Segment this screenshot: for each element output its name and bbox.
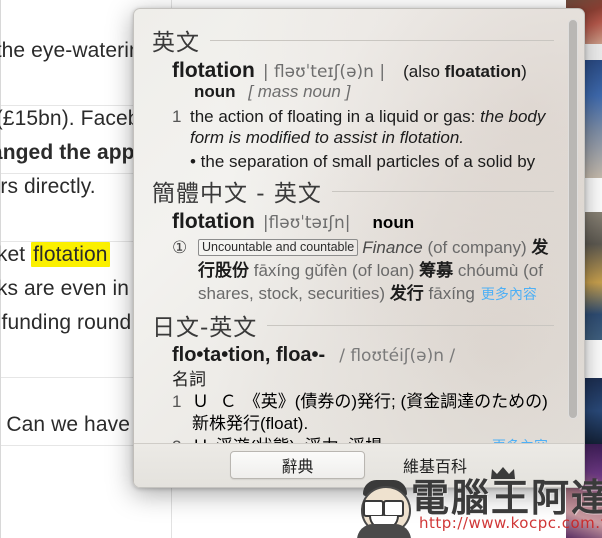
phonetic-transcription: |fləʊˈtəɪʃn| [262, 213, 351, 233]
part-of-speech: 名詞 [172, 370, 206, 389]
sense-body: the action of floating in a liquid or ga… [190, 106, 554, 148]
entry-japanese: flo•ta•tion, floa•- / floʊtéiʃ(ə)n / 名詞 1… [152, 344, 554, 444]
phonetic-transcription: / floʊtéiʃ(ə)n / [339, 346, 456, 366]
section-rule [210, 39, 554, 41]
highlighted-word[interactable]: flotation [31, 242, 110, 267]
vertical-scrollbar[interactable] [567, 19, 579, 429]
section-title: 英文 [152, 30, 200, 56]
section-header-chinese: 簡體中文 - 英文 [152, 174, 554, 208]
phonetic-transcription: | fləʊˈteɪʃ(ə)n | [262, 62, 386, 82]
popover-toolbar: 辭典 維基百科 [134, 443, 584, 487]
translation-term: 筹募 [419, 261, 454, 280]
headword-line: flotation | fləʊˈteɪʃ(ə)n | (also floata… [172, 59, 554, 83]
part-of-speech: noun [372, 213, 415, 232]
dictionary-button[interactable]: 辭典 [230, 451, 365, 479]
translation-term: 发行 [389, 284, 424, 303]
sense-number: ① [172, 238, 188, 257]
headword: flotation [172, 59, 255, 82]
countability-tag: Uncountable and countable [198, 239, 359, 256]
headword-line: flotation |fləʊˈtəɪʃn| noun [172, 210, 554, 234]
sense-item: ① Uncountable and countable Finance (of c… [172, 236, 554, 306]
section-header-japanese: 日文-英文 [152, 308, 554, 342]
article-gap [0, 510, 308, 538]
sense-definition: 《英》(債券の)発行; (資金調達のための)新株発行(float). [192, 392, 548, 433]
headword-line: flo•ta•tion, floa•- / floʊtéiʃ(ə)n / [172, 344, 554, 367]
sense-qualifier: (of loan) [352, 261, 415, 280]
dictionary-popover[interactable]: 英文 flotation | fləʊˈteɪʃ(ə)n | (also flo… [133, 8, 585, 488]
also-suffix: ) [521, 62, 527, 81]
sense-definition: the action of floating in a liquid or ga… [190, 107, 481, 126]
headword: flo•ta•tion, floa•- [172, 344, 326, 366]
sense-item: 1 the action of floating in a liquid or … [172, 106, 554, 148]
sense-body: Ｕ Ｃ 《英》(債券の)発行; (資金調達のための)新株発行(float). [192, 391, 554, 435]
section-rule [331, 190, 554, 192]
dictionary-scroll-area[interactable]: 英文 flotation | fləʊˈteɪʃ(ə)n | (also flo… [134, 9, 584, 444]
sense-qualifier: (of company) [427, 238, 527, 257]
pinyin: chóumù [457, 261, 519, 280]
sense-item: 1 Ｕ Ｃ 《英》(債券の)発行; (資金調達のための)新株発行(float). [172, 391, 554, 435]
also-prefix: (also [403, 62, 445, 81]
more-content-link[interactable]: 更多內容 [481, 286, 537, 302]
entry-english: flotation | fləʊˈteɪʃ(ə)n | (also floata… [152, 59, 554, 172]
entry-chinese: flotation |fləʊˈtəɪʃn| noun ① Uncountabl… [152, 210, 554, 306]
countability-label: Ｕ Ｃ [192, 392, 240, 411]
part-of-speech: noun [194, 82, 236, 101]
section-header-english: 英文 [152, 23, 554, 57]
wikipedia-button[interactable]: 維基百科 [403, 451, 467, 479]
also-variant: (also floatation) [403, 62, 527, 82]
pinyin: fāxíng gǔfèn [253, 261, 348, 280]
sense-number: 1 [172, 392, 182, 411]
sense-number: 1 [172, 107, 182, 126]
screen: p e the eye-watering n (£15bn). Facebo h… [0, 0, 602, 538]
subject-field-label: Finance [362, 238, 423, 257]
headword: flotation [172, 210, 255, 233]
part-of-speech-line: noun [ mass noun ] [172, 82, 554, 102]
sense-body: Uncountable and countable Finance (of com… [198, 236, 554, 306]
grammar-label: [ mass noun ] [248, 82, 351, 101]
article-text-fragment: arket [0, 243, 26, 266]
pinyin: fāxíng [428, 284, 475, 303]
section-title: 簡體中文 - 英文 [152, 181, 322, 207]
section-title: 日文-英文 [152, 315, 258, 341]
section-rule [267, 324, 554, 326]
scrollbar-thumb[interactable] [568, 19, 578, 419]
subsense-item: • the separation of small particles of a… [190, 152, 536, 171]
also-word: floatation [444, 62, 522, 81]
